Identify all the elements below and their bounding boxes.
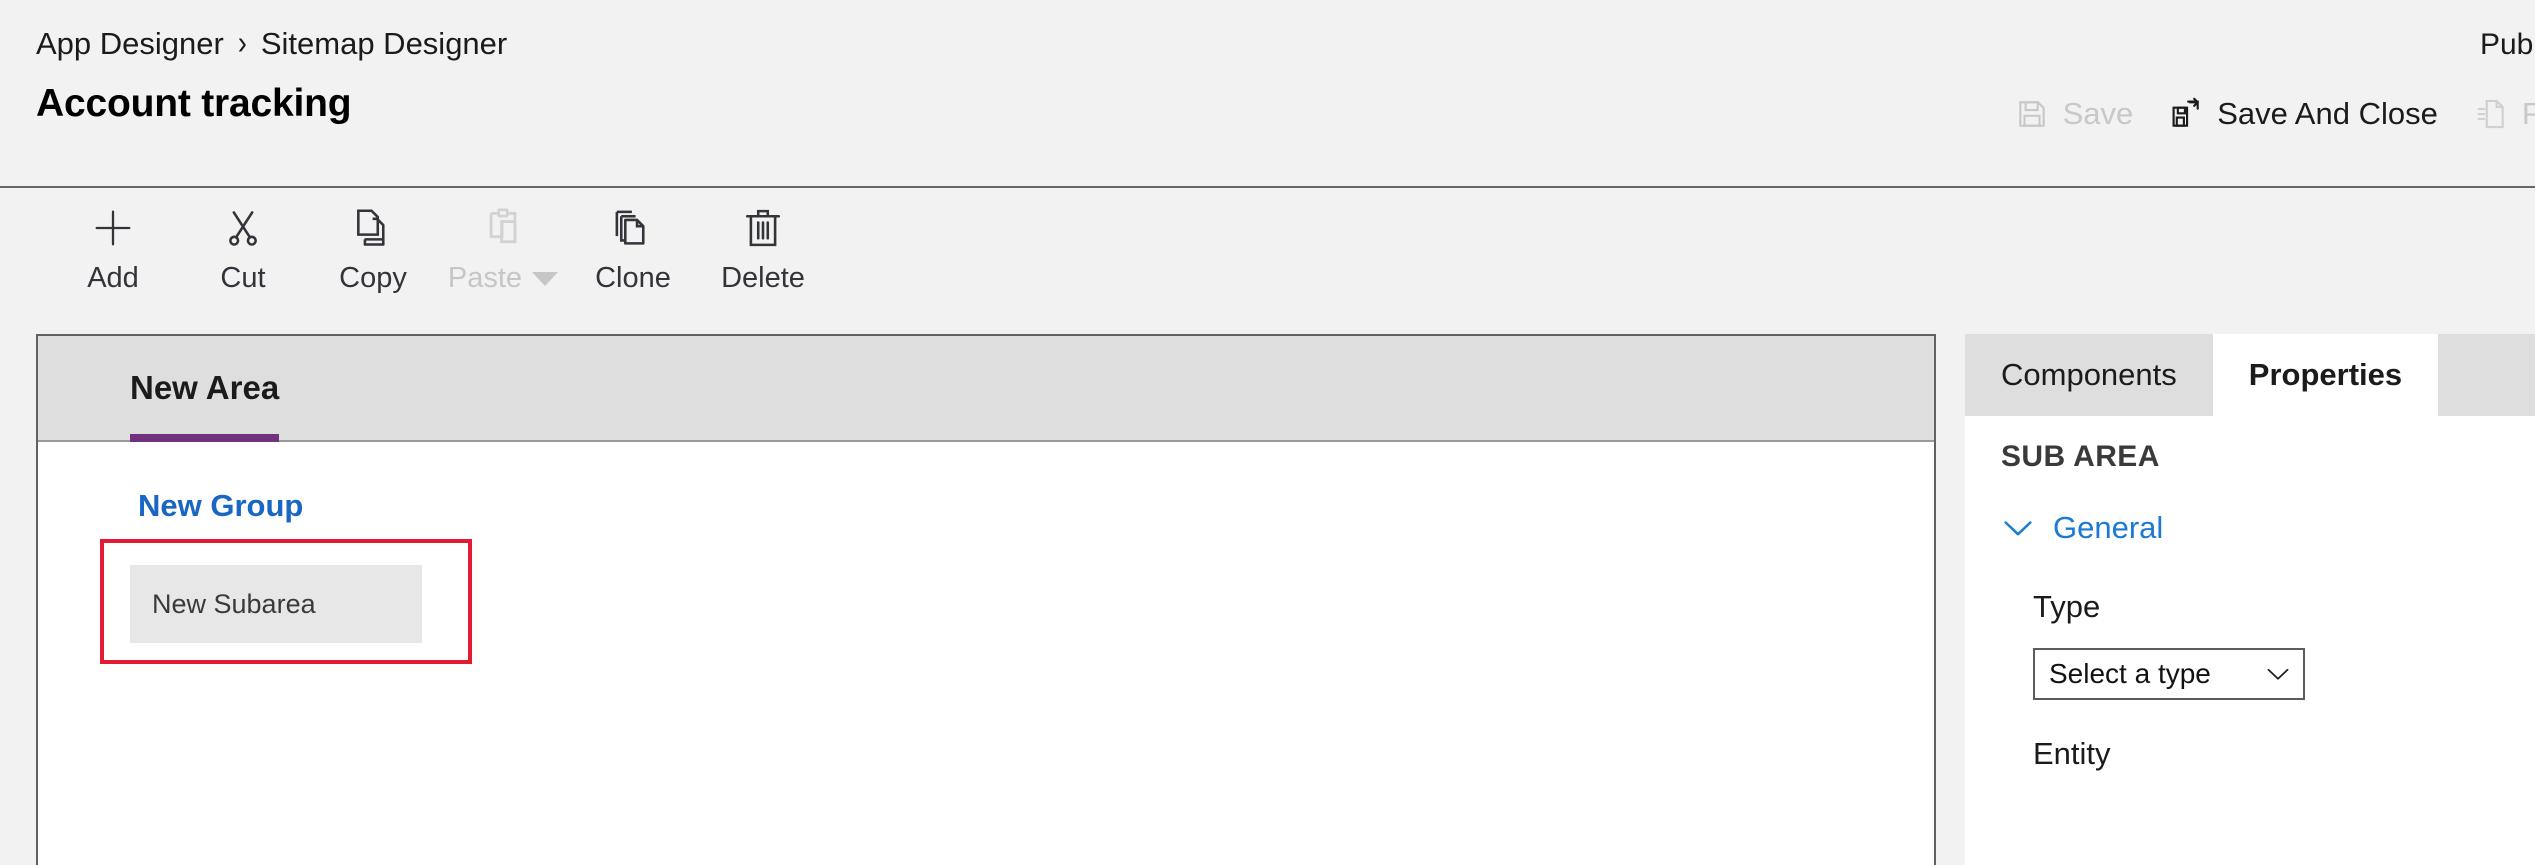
publish-icon [2474, 97, 2508, 131]
section-general-label: General [2053, 510, 2164, 545]
add-button-label: Add [87, 262, 139, 294]
tab-properties-label: Properties [2248, 357, 2403, 392]
clone-button-label: Clone [595, 262, 671, 294]
chevron-down-icon [2265, 666, 2291, 683]
tab-components-label: Components [2001, 357, 2177, 392]
panel-tabs: Components Properties [1965, 334, 2535, 416]
publish-button[interactable]: Pub [2456, 90, 2535, 138]
chevron-down-icon [2001, 517, 2035, 539]
field-spacer [2001, 700, 2535, 738]
paste-button-label: Paste [447, 262, 559, 295]
scissors-icon [221, 204, 265, 252]
tab-components[interactable]: Components [1965, 334, 2213, 416]
app-header: App Designer › Sitemap Designer Account … [0, 0, 2535, 188]
subarea-item[interactable]: New Subarea [130, 565, 422, 643]
save-and-close-button-label: Save And Close [2217, 96, 2438, 131]
command-bar: Add Cut Copy Paste Clone Delete [0, 190, 2535, 320]
clone-button[interactable]: Clone [568, 204, 698, 312]
save-and-close-button[interactable]: Save And Close [2151, 90, 2456, 138]
field-type-label: Type [2033, 589, 2101, 624]
header-actions: Save Save And Close P [1997, 90, 2535, 138]
copy-button[interactable]: Copy [308, 204, 438, 312]
publish-status-text: Publ [2479, 28, 2535, 61]
save-button[interactable]: Save [1997, 90, 2152, 138]
copy-button-label: Copy [339, 262, 407, 294]
chevron-right-icon: › [237, 24, 247, 62]
type-select[interactable]: Select a type [2033, 648, 2305, 700]
add-button[interactable]: Add [48, 204, 178, 312]
delete-button-label: Delete [721, 262, 805, 294]
field-entity: Entity [2001, 738, 2535, 769]
area-tabstrip: New Area [38, 336, 1934, 442]
clone-icon [611, 204, 655, 252]
area-tab-new-area[interactable]: New Area [130, 336, 280, 442]
type-select-value: Select a type [2049, 658, 2211, 689]
save-and-close-icon [2169, 97, 2203, 131]
paste-label-text: Paste [447, 262, 523, 294]
page-title: Account tracking [36, 82, 352, 125]
panel-tabs-filler [2438, 334, 2535, 416]
field-entity-label: Entity [2033, 736, 2111, 771]
breadcrumb: App Designer › Sitemap Designer [36, 24, 507, 62]
panel-body: SUB AREA General Type Select a type Enti… [1965, 416, 2535, 863]
section-general-toggle[interactable]: General [2001, 512, 2535, 543]
paste-button[interactable]: Paste [438, 204, 568, 312]
breadcrumb-app-designer[interactable]: App Designer [36, 28, 224, 59]
clipboard-icon [481, 204, 525, 252]
trash-icon [741, 204, 785, 252]
group-title[interactable]: New Group [138, 490, 303, 521]
plus-icon [90, 204, 136, 252]
chevron-down-icon[interactable] [532, 271, 559, 286]
group-container: New Group New Subarea [38, 442, 1934, 664]
breadcrumb-sitemap-designer[interactable]: Sitemap Designer [261, 28, 507, 59]
subarea-label: New Subarea [152, 588, 316, 619]
delete-button[interactable]: Delete [698, 204, 828, 312]
sitemap-designer-app: App Designer › Sitemap Designer Account … [0, 0, 2535, 865]
tab-properties[interactable]: Properties [2212, 334, 2439, 416]
area-tab-label: New Area [130, 368, 280, 406]
field-type: Type Select a type [2001, 591, 2535, 700]
copy-icon [351, 204, 395, 252]
group-selection-box[interactable]: New Subarea [100, 539, 472, 664]
sitemap-canvas: New Area New Group New Subarea [36, 334, 1936, 865]
save-icon [2015, 97, 2049, 131]
panel-heading: SUB AREA [2001, 440, 2160, 473]
save-button-label: Save [2062, 96, 2134, 131]
area-tab-active-indicator [130, 434, 280, 442]
cut-button[interactable]: Cut [178, 204, 308, 312]
properties-panel: Components Properties SUB AREA General T… [1965, 334, 2535, 865]
publish-button-label: Pub [2521, 96, 2535, 131]
cut-button-label: Cut [220, 262, 266, 294]
